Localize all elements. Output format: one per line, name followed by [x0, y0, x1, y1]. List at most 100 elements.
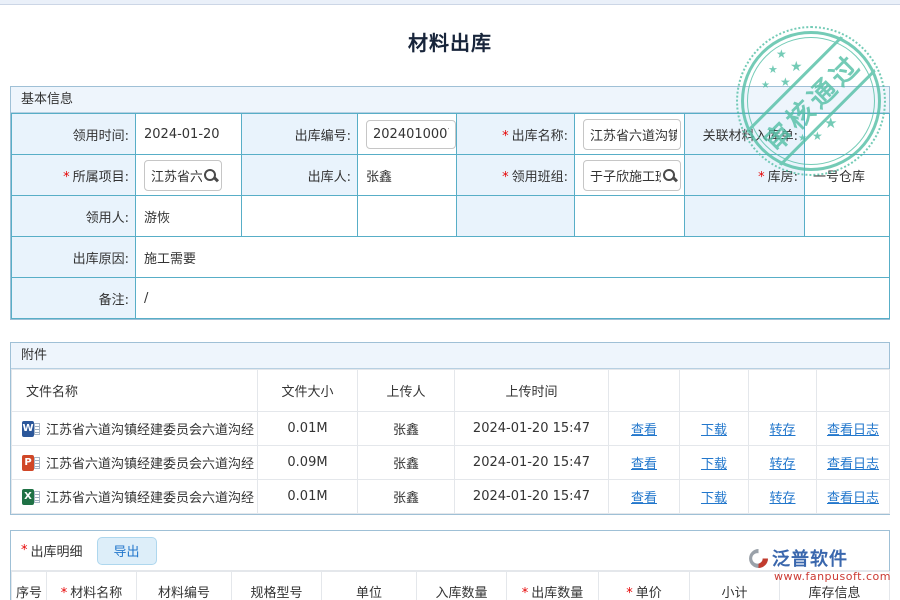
basic-info-table: 领用时间: 2024-01-20 出库编号: *出库名称: 江苏省六道沟镇 关联…: [11, 113, 890, 319]
col-material-no: 材料编号: [137, 572, 232, 600]
warehouse-label-cell: *库房:: [685, 155, 805, 196]
col-seq: 序号: [12, 572, 47, 600]
transfer-link[interactable]: 转存: [769, 457, 795, 472]
team-label-cell: *领用班组:: [457, 155, 575, 196]
attachments-header: 附件: [11, 343, 889, 369]
col-inbound-qty: 入库数量: [417, 572, 507, 600]
col-file-size: 文件大小: [258, 370, 358, 412]
col-action-3: [749, 370, 817, 412]
file-name-cell: P 江苏省六道沟镇经建委员会六道沟经: [12, 446, 258, 480]
outbound-no-label: 出库编号:: [242, 114, 358, 155]
file-upload-time: 2024-01-20 15:47: [455, 446, 609, 480]
attachment-row: P 江苏省六道沟镇经建委员会六道沟经 0.09M 张鑫 2024-01-20 15…: [12, 446, 890, 480]
outbound-name-cell: 江苏省六道沟镇: [575, 114, 685, 155]
attachments-table: 文件名称 文件大小 上传人 上传时间 W 江苏省六道沟镇经建委员会六道沟经 0.0…: [11, 369, 890, 514]
file-upload-time: 2024-01-20 15:47: [455, 480, 609, 514]
empty-cell: [805, 196, 890, 237]
view-log-link[interactable]: 查看日志: [827, 491, 879, 506]
view-link[interactable]: 查看: [631, 491, 657, 506]
top-accent-bar: [0, 0, 900, 5]
file-name: 江苏省六道沟镇经建委员会六道沟经: [46, 457, 254, 472]
project-label: 所属项目:: [73, 170, 129, 185]
basic-info-panel: 基本信息 领用时间: 2024-01-20 出库编号: *出库名称: 江苏省六道…: [10, 86, 890, 320]
project-input[interactable]: 江苏省六道沟: [144, 160, 222, 191]
team-label: 领用班组:: [512, 170, 568, 185]
outbound-person-label: 出库人:: [242, 155, 358, 196]
attachment-row: X 江苏省六道沟镇经建委员会六道沟经 0.01M 张鑫 2024-01-20 15…: [12, 480, 890, 514]
view-link[interactable]: 查看: [631, 457, 657, 472]
outbound-no-cell: [358, 114, 457, 155]
outbound-detail-panel: * 出库明细 导出 序号 *材料名称 材料编号 规格型号 单位 入库数量 *出库…: [10, 530, 890, 600]
pickup-person-label: 领用人:: [12, 196, 136, 237]
reason-value: 施工需要: [136, 237, 890, 278]
file-uploader: 张鑫: [358, 480, 455, 514]
warehouse-value: 一号仓库: [805, 155, 890, 196]
form-row-3: 领用人: 游恢: [12, 196, 890, 237]
file-name: 江苏省六道沟镇经建委员会六道沟经: [46, 491, 254, 506]
material-outbound-page: 材料出库 基本信息 领用时间: 2024-01-20 出库编号: *出库名称:: [0, 0, 900, 600]
file-name: 江苏省六道沟镇经建委员会六道沟经: [46, 423, 254, 438]
transfer-link[interactable]: 转存: [769, 423, 795, 438]
col-uploader: 上传人: [358, 370, 455, 412]
col-spec-model: 规格型号: [232, 572, 322, 600]
warehouse-label: 库房:: [768, 170, 798, 185]
project-label-cell: *所属项目:: [12, 155, 136, 196]
outbound-no-input[interactable]: [366, 120, 456, 149]
form-row-5: 备注: /: [12, 278, 890, 319]
outbound-person-value: 张鑫: [358, 155, 457, 196]
file-size: 0.09M: [258, 446, 358, 480]
file-upload-time: 2024-01-20 15:47: [455, 412, 609, 446]
empty-cell: [575, 196, 685, 237]
col-unit-price: *单价: [599, 572, 690, 600]
col-unit: 单位: [322, 572, 417, 600]
remark-label: 备注:: [12, 278, 136, 319]
page-title: 材料出库: [0, 27, 900, 56]
col-action-4: [817, 370, 890, 412]
outbound-name-label: 出库名称:: [512, 129, 568, 144]
attachment-row: W江苏省六道沟镇经建委员会六道沟经 0.01M 张鑫 2024-01-20 15…: [12, 412, 890, 446]
view-log-link[interactable]: 查看日志: [827, 423, 879, 438]
col-upload-time: 上传时间: [455, 370, 609, 412]
download-link[interactable]: 下载: [701, 423, 727, 438]
view-log-link[interactable]: 查看日志: [827, 457, 879, 472]
file-size: 0.01M: [258, 480, 358, 514]
file-name-cell: W 江苏省六道沟镇经建委员会六道沟经: [12, 412, 258, 446]
attachments-header-row: 文件名称 文件大小 上传人 上传时间: [12, 370, 890, 412]
related-inbound-label: 关联材料入库单:: [685, 114, 805, 155]
star-icon: ★: [790, 60, 803, 74]
project-cell: 江苏省六道沟: [136, 155, 242, 196]
required-mark: *: [63, 170, 70, 185]
pickup-time-label: 领用时间:: [12, 114, 136, 155]
transfer-link[interactable]: 转存: [769, 491, 795, 506]
export-button[interactable]: 导出: [97, 537, 157, 565]
empty-cell: [358, 196, 457, 237]
remark-value: /: [136, 278, 890, 319]
file-uploader: 张鑫: [358, 446, 455, 480]
search-icon[interactable]: [662, 168, 677, 183]
outbound-detail-bar: * 出库明细 导出: [11, 531, 889, 571]
search-icon[interactable]: [203, 168, 218, 183]
col-subtotal: 小计: [690, 572, 780, 600]
basic-info-header: 基本信息: [11, 87, 889, 113]
ppt-file-icon: P: [22, 455, 40, 471]
file-size: 0.01M: [258, 412, 358, 446]
attachments-panel: 附件 文件名称 文件大小 上传人 上传时间 W 江苏省六道沟镇经建委员会六道沟经: [10, 342, 890, 515]
form-row-4: 出库原因: 施工需要: [12, 237, 890, 278]
required-mark: *: [502, 129, 509, 144]
team-cell: 于子欣施工班: [575, 155, 685, 196]
reason-label: 出库原因:: [12, 237, 136, 278]
team-input[interactable]: 于子欣施工班: [583, 160, 681, 191]
download-link[interactable]: 下载: [701, 491, 727, 506]
empty-label-cell: [457, 196, 575, 237]
form-row-2: *所属项目: 江苏省六道沟 出库人: 张鑫 *领用班组: 于子欣施工班: [12, 155, 890, 196]
team-text: 于子欣施工班: [590, 166, 661, 185]
view-link[interactable]: 查看: [631, 423, 657, 438]
empty-label-cell: [685, 196, 805, 237]
download-link[interactable]: 下载: [701, 457, 727, 472]
related-inbound-value: [805, 114, 890, 155]
col-outbound-qty: *出库数量: [507, 572, 599, 600]
excel-file-icon: X: [22, 489, 40, 505]
outbound-name-input[interactable]: 江苏省六道沟镇: [583, 119, 681, 150]
word-file-icon: W: [22, 421, 40, 437]
outbound-name-label-cell: *出库名称:: [457, 114, 575, 155]
